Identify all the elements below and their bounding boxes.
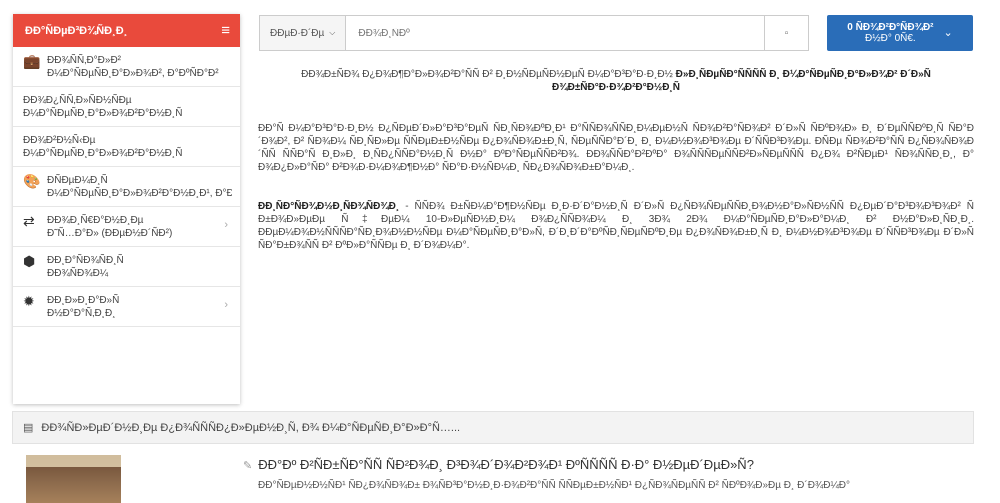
publishing-paragraph: ÐÐ¸ÑÐ°ÑÐ¾Ð½Ð¸ÑÐ¾ÑÐ¾Ð¸ - ÑÑÐ¾ Ð±ÑÐ¼Ð°Ð¶Ð½… <box>258 200 974 252</box>
article-excerpt: ÐÐ°ÑÐµÐ½Ð½ÑÐ¹ ÑÐ¿Ð¾ÑÐ¾Ð± Ð¾ÑÐ³Ð°Ð½Ð¸Ð·Ð¾… <box>258 480 851 491</box>
search-icon: ▫ <box>784 27 789 39</box>
intro-paragraph: ÐÐ¾Ð±ÑÐ¾ Ð¿Ð¾Ð¶Ð°Ð»Ð¾Ð²Ð°ÑÑ Ð² Ð¸Ð½ÑÐµÑÐ… <box>258 68 974 94</box>
briefcase-icon: 💼 <box>23 53 41 69</box>
chevron-down-icon: ⌵ <box>329 28 336 37</box>
hamburger-icon[interactable]: ≡ <box>221 23 230 38</box>
sidebar-item-label: ÐÐ¸Ð»Ð¸Ð°Ð»Ñ Ð½Ð°Ð°Ñ‚Ð¸Ð¸ <box>47 295 120 319</box>
sidebar-item-label: ÐÐ¾ÑÑ‚Ð°Ð»Ð² Ð¼Ð°ÑÐµÑÐ¸Ð°Ð»Ð¾Ð², Ð°ÐºÑÐ°Ð… <box>47 55 219 79</box>
chevron-right-icon: › <box>224 219 228 231</box>
sidebar-item-label: ÐÐ¸Ð°ÑÐ¾ÑÐ¸Ñ ÐÐ¾ÑÐ¾Ð¼ <box>47 255 124 279</box>
sidebar-item[interactable]: ✹ ÐÐ¸Ð»Ð¸Ð°Ð»Ñ Ð½Ð°Ð°Ñ‚Ð¸Ð¸ › <box>13 287 240 327</box>
sidebar-item[interactable]: ÐÐ¾Ð¿ÑÑ‚Ð»ÑÐ½ÑÐµ Ð¼Ð°ÑÐµÑÐ¸Ð°Ð»Ð¾Ð²Ð°Ð½Ð¸… <box>13 87 240 127</box>
search-bar: ÐÐµÐ·Ð´Ðµ ⌵ ▫ <box>259 15 809 51</box>
sidebar-item-label: ÐÐ¾Ð¿ÑÑ‚Ð»ÑÐ½ÑÐµ Ð¼Ð°ÑÐµÑÐ¸Ð°Ð»Ð¾Ð²Ð°Ð½Ð¸… <box>23 95 183 119</box>
search-button[interactable]: ▫ <box>764 16 808 50</box>
sidebar-item[interactable]: ⇄ ÐÐ¾Ð¸Ñ€Ð°Ð½Ð¸Ðµ Ð˜Ñ…Ð°Ð» (ÐÐµÐ½Ð´ÑÐ²) › <box>13 207 240 247</box>
sidebar-item[interactable]: 💼 ÐÐ¾ÑÑ‚Ð°Ð»Ð² Ð¼Ð°ÑÐµÑÐ¸Ð°Ð»Ð¾Ð², Ð°ÐºÑÐ°… <box>13 47 240 87</box>
search-category-label: ÐÐµÐ·Ð´Ðµ <box>270 27 325 39</box>
bug-icon: ✹ <box>23 293 35 309</box>
cart-button[interactable]: 0 ÑÐ¾Ð²Ð°ÑÐ¾Ð² Ð½Ð° 0Ñ€. ⌄ <box>827 15 973 51</box>
description-paragraph: ÐÐ°Ñ Ð¼Ð°Ð³Ð°Ð·Ð¸Ð½ Ð¿ÑÐµÐ´Ð»Ð°Ð³Ð°ÐµÑ Ñ… <box>258 123 974 173</box>
sidebar-item[interactable]: ÐÐ¾Ð²Ð½Ñ‹Ðµ Ð¼Ð°ÑÐµÑÐ¸Ð°Ð»Ð¾Ð²Ð°Ð½Ð¸Ñ <box>13 127 240 167</box>
article-thumbnail[interactable] <box>26 455 121 503</box>
newspaper-icon: ▤ <box>23 422 34 434</box>
chevron-down-icon: ⌄ <box>943 26 953 39</box>
sidebar-item[interactable]: 🎨 ÐÑÐµÐ¼Ð¸Ñ Ð¼Ð°ÑÐµÑÐ¸Ð°Ð»Ð¾Ð²Ð°Ð½Ð¸Ð¹, Ð°… <box>13 167 240 207</box>
exchange-icon: ⇄ <box>23 213 35 229</box>
search-category-select[interactable]: ÐÐµÐ·Ð´Ðµ ⌵ <box>260 16 347 50</box>
article-title[interactable]: ✎ ÐÐ°Ðº Ð²ÑÐ±ÑÐ°ÑÑ ÑÐ²Ð¾Ð¸ Ð³Ð¾Ð´Ð¾Ð²Ð¾Ð¹… <box>243 457 754 472</box>
sidebar-item-label: ÐÐ¾Ð²Ð½Ñ‹Ðµ Ð¼Ð°ÑÐµÑÐ¸Ð°Ð»Ð¾Ð²Ð°Ð½Ð¸Ñ <box>23 135 183 159</box>
cart-count: 0 ÑÐ¾Ð²Ð°ÑÐ¾Ð² <box>847 22 934 33</box>
category-sidebar: ÐÐ°ÑÐµÐ³Ð¾ÑÐ¸Ð¸ ≡ 💼 ÐÐ¾ÑÑ‚Ð°Ð»Ð² Ð¼Ð°ÑÐµÑÐ… <box>13 14 240 404</box>
search-input[interactable] <box>346 16 764 50</box>
sidebar-item-label: ÐÐ¾Ð¸Ñ€Ð°Ð½Ð¸Ðµ Ð˜Ñ…Ð°Ð» (ÐÐµÐ½Ð´ÑÐ²) <box>47 215 173 239</box>
chevron-right-icon: › <box>224 299 228 311</box>
sidebar-header[interactable]: ÐÐ°ÑÐµÐ³Ð¾ÑÐ¸Ð¸ ≡ <box>13 14 240 47</box>
cart-total: Ð½Ð° 0Ñ€. <box>865 33 916 44</box>
palette-icon: 🎨 <box>23 173 41 189</box>
sidebar-item-label: ÐÑÐµÐ¼Ð¸Ñ Ð¼Ð°ÑÐµÑÐ¸Ð°Ð»Ð¾Ð²Ð°Ð½Ð¸Ð¹, Ð°Ð… <box>47 175 232 199</box>
main-content: ÐÐ¾Ð±ÑÐ¾ Ð¿Ð¾Ð¶Ð°Ð»Ð¾Ð²Ð°ÑÑ Ð² Ð¸Ð½ÑÐµÑÐ… <box>258 68 974 266</box>
cube-icon: ⬢ <box>23 253 36 269</box>
news-section-bar: ▤ ÐÐ¾ÑÐ»ÐµÐ´Ð½Ð¸Ðµ Ð¿Ð¾ÑÑÑÐ¿Ð»ÐµÐ½Ð¸Ñ, Ð… <box>12 411 974 444</box>
article-title-text: ÐÐ°Ðº Ð²ÑÐ±ÑÐ°ÑÑ ÑÐ²Ð¾Ð¸ Ð³Ð¾Ð´Ð¾Ð²Ð¾Ð¹ … <box>258 457 754 472</box>
section-title: ÐÐ¾ÑÐ»ÐµÐ´Ð½Ð¸Ðµ Ð¿Ð¾ÑÑÑÐ¿Ð»ÐµÐ½Ð¸Ñ, Ð¾ … <box>41 421 461 434</box>
pencil-icon: ✎ <box>243 460 253 472</box>
sidebar-title: ÐÐ°ÑÐµÐ³Ð¾ÑÐ¸Ð¸ <box>25 24 128 37</box>
sidebar-item[interactable]: ⬢ ÐÐ¸Ð°ÑÐ¾ÑÐ¸Ñ ÐÐ¾ÑÐ¾Ð¼ <box>13 247 240 287</box>
publisher-name: ÐÐ¸ÑÐ°ÑÐ¾Ð½Ð¸ÑÐ¾ÑÐ¾Ð¸ <box>258 201 400 212</box>
intro-text: ÐÐ¾Ð±ÑÐ¾ Ð¿Ð¾Ð¶Ð°Ð»Ð¾Ð²Ð°ÑÑ Ð² Ð¸Ð½ÑÐµÑÐ… <box>301 69 673 80</box>
